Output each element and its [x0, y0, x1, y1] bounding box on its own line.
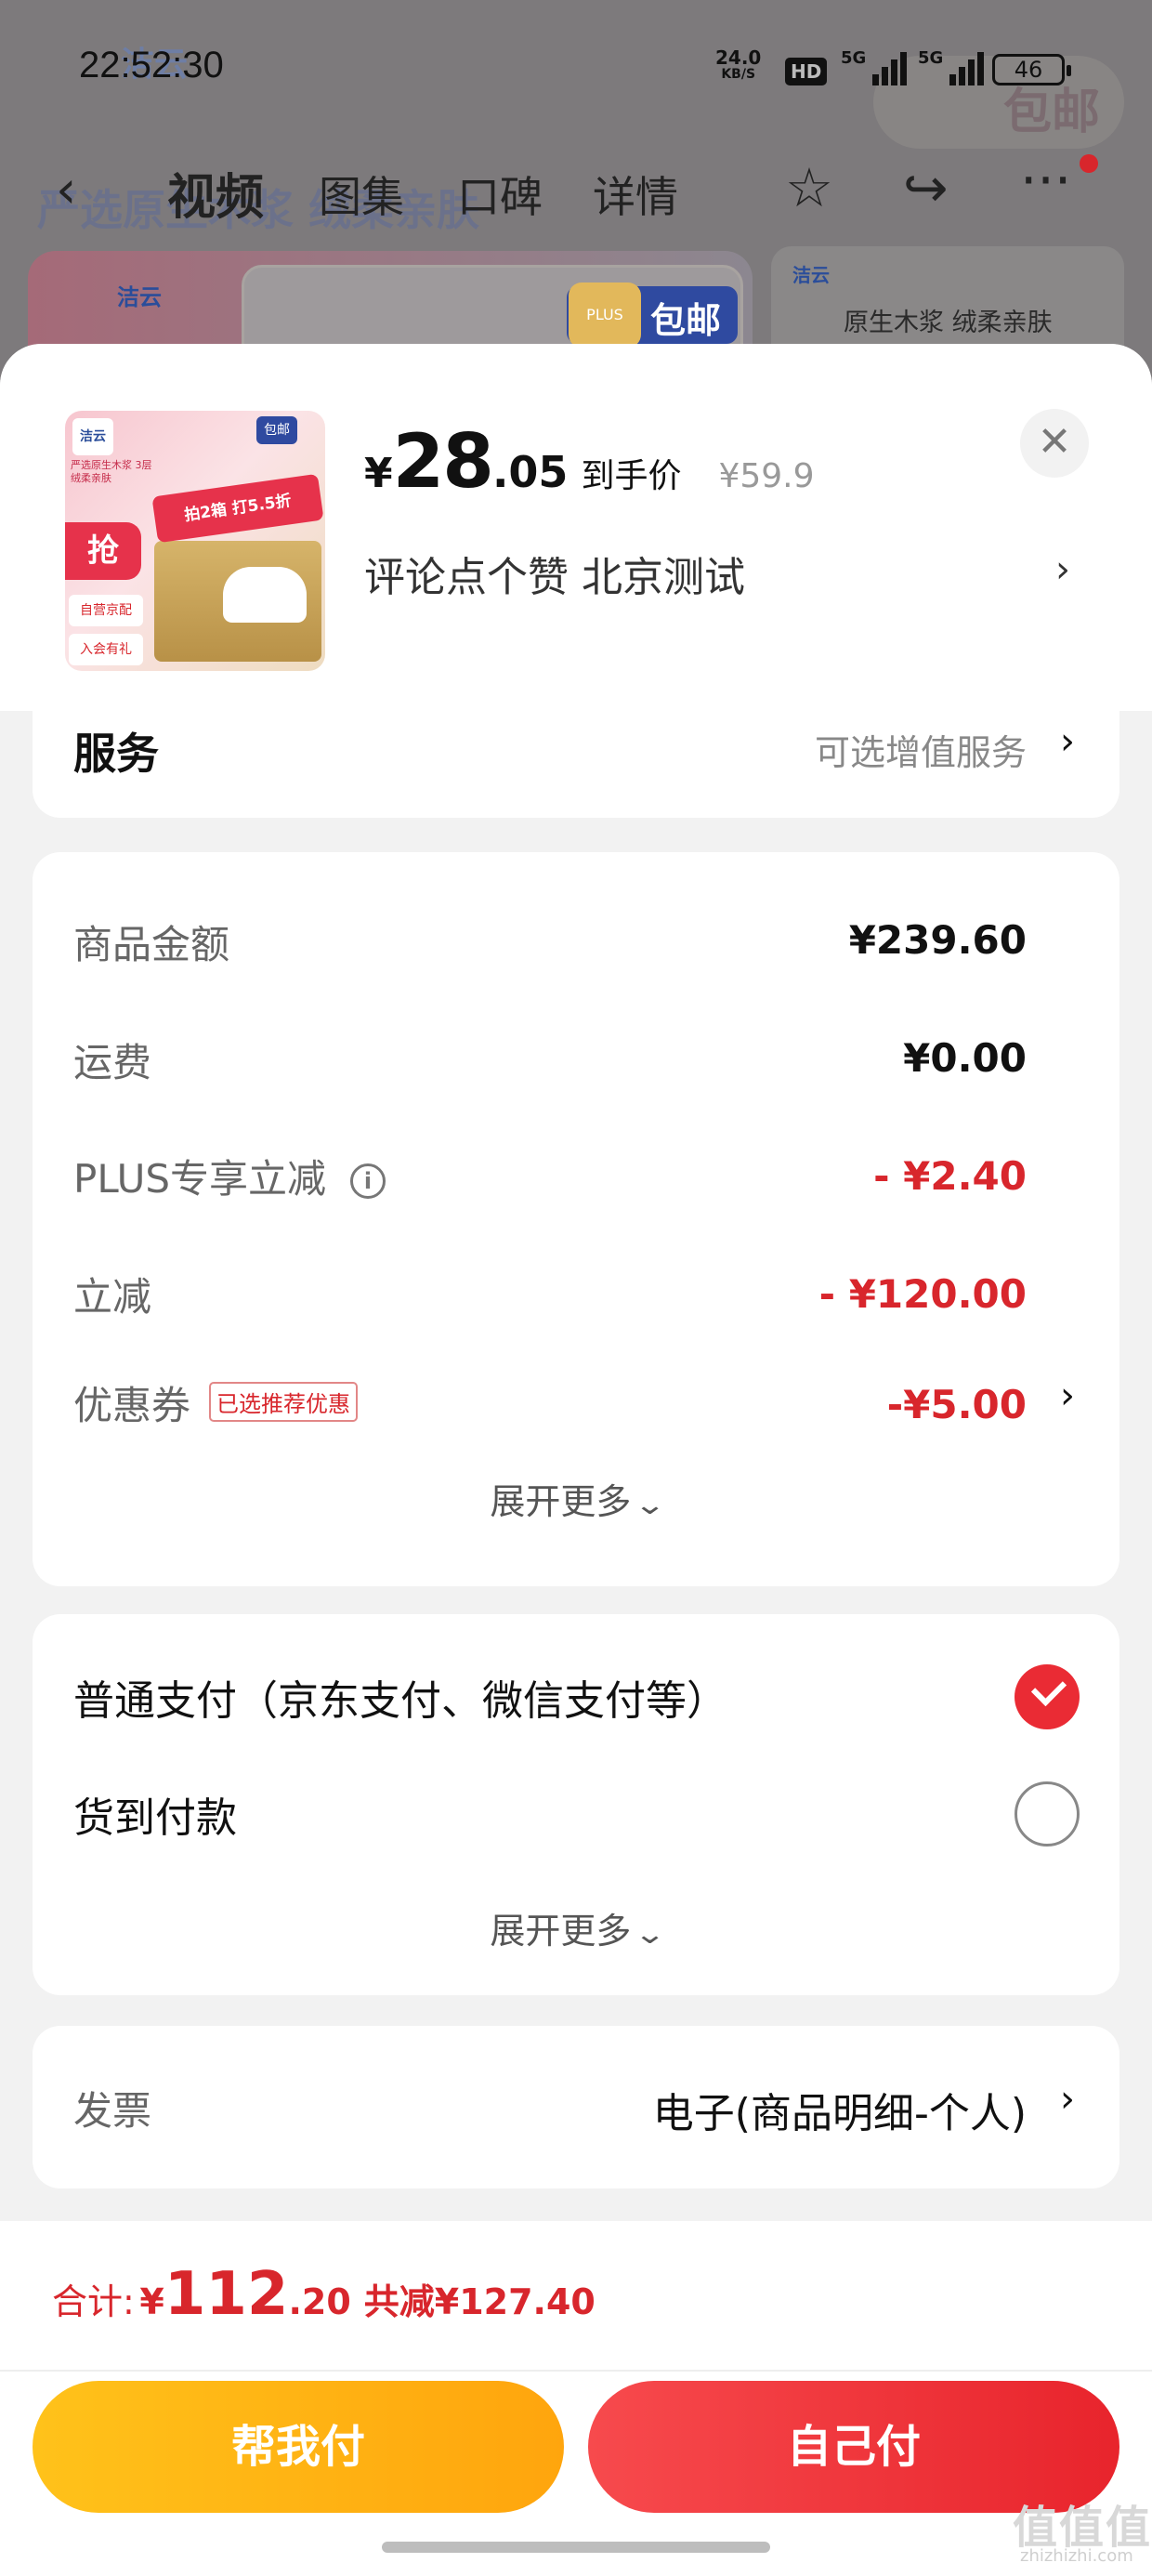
summary-value-shipping: ¥0.00 [903, 1035, 1027, 1081]
checkbox-checked-icon[interactable] [1015, 1664, 1080, 1729]
tab-gallery[interactable]: 图集 [319, 164, 404, 225]
info-icon[interactable]: i [350, 1163, 386, 1199]
payment-option-cod[interactable]: 货到付款 [73, 1784, 237, 1844]
address-chevron-icon[interactable]: › [1055, 548, 1070, 591]
invoice-chevron-icon[interactable]: › [1060, 2078, 1075, 2121]
price-integer: 28 [392, 418, 494, 505]
coupon-chevron-icon[interactable]: › [1060, 1374, 1075, 1417]
close-button[interactable]: ✕ [1020, 409, 1089, 478]
invoice-label: 发票 [73, 2088, 152, 2134]
network-speed-unit: KB/S [721, 67, 756, 82]
tab-details[interactable]: 详情 [593, 164, 678, 225]
summary-label-goods: 商品金额 [73, 922, 230, 967]
service-chevron-icon[interactable]: › [1060, 720, 1075, 763]
background-side-logo: 洁云 [792, 264, 830, 286]
background-logo: 洁云 [117, 284, 162, 310]
summary-expand-label: 展开更多 [490, 1481, 632, 1522]
total-symbol: ¥ [139, 2281, 164, 2322]
service-title: 服务 [73, 729, 159, 779]
share-icon[interactable]: ↪ [903, 156, 949, 219]
battery-icon: 46 [992, 54, 1071, 85]
star-icon[interactable]: ☆ [785, 156, 833, 219]
thumb-discount-ribbon: 拍2箱 打5.5折 [151, 473, 324, 544]
chevron-down-icon: ⌄ [634, 1489, 667, 1521]
invoice-card[interactable]: 发票 电子(商品明细-个人) › [33, 2026, 1119, 2188]
hd-voice-icon: HD [785, 58, 828, 85]
background-side-text: 原生木浆 绒柔亲肤 [844, 309, 1053, 337]
checkout-bottom-bar: 合计: ¥112.20 共减¥127.40 帮我付 自己付 值值值 zhizhiz… [0, 2221, 1152, 2576]
back-icon[interactable]: ‹ [56, 160, 76, 220]
status-bar: 22:52:30 24.0 KB/S HD 5G 5G 46 [0, 0, 1152, 130]
price-row: ¥28.05 到手价 ¥59.9 [364, 418, 815, 505]
summary-value-plus: - ¥2.40 [873, 1153, 1027, 1199]
divider [0, 2370, 1152, 2372]
payment-option-normal[interactable]: 普通支付（京东支付、微信支付等） [73, 1667, 727, 1727]
price-symbol: ¥ [364, 450, 393, 497]
thumb-tag-jd-delivery: 自营京配 [69, 595, 143, 626]
original-price: ¥59.9 [718, 457, 815, 495]
network-speed: 24.0 KB/S [715, 48, 761, 82]
signal-icon-sim2: 5G [918, 48, 984, 85]
summary-value-coupon: -¥5.00 [886, 1382, 1027, 1427]
summary-value-goods: ¥239.60 [848, 917, 1027, 963]
service-card[interactable]: 服务 可选增值服务 › [33, 711, 1119, 818]
thumb-free-shipping: 包邮 [256, 416, 297, 444]
payment-card: 普通支付（京东支付、微信支付等） 货到付款 展开更多⌄ [33, 1614, 1119, 1995]
watermark-url: zhizhizhi.com [1020, 2546, 1133, 2566]
service-value: 可选增值服务 [814, 732, 1027, 773]
thumb-logo: 洁云 [72, 418, 113, 455]
product-nav: ‹ 视频 图集 口碑 详情 ☆ ↪ ··· [0, 149, 1152, 232]
summary-value-instant: - ¥120.00 [818, 1271, 1027, 1317]
summary-label-coupon[interactable]: 优惠券 已选推荐优惠 [73, 1374, 359, 1431]
summary-expand-more[interactable]: 展开更多⌄ [33, 1473, 1119, 1524]
signal-icon-sim1: 5G [841, 48, 907, 85]
home-indicator[interactable] [382, 2542, 770, 2553]
price-label: 到手价 [581, 457, 682, 495]
tab-reviews[interactable]: 口碑 [457, 164, 543, 225]
sim1-label: 5G [841, 48, 867, 68]
plus-discount-label: PLUS专享立减 [73, 1156, 327, 1202]
checkbox-empty-icon[interactable] [1015, 1781, 1080, 1847]
thumb-tag-member-gift: 入会有礼 [69, 634, 143, 665]
sim2-label: 5G [918, 48, 944, 68]
more-icon[interactable]: ··· [1020, 149, 1071, 212]
thumb-grab-badge: 抢 [65, 522, 141, 580]
thumb-title: 严选原生木浆 3层绒柔亲肤 [71, 459, 152, 484]
payment-expand-label: 展开更多 [490, 1911, 632, 1952]
network-speed-value: 24.0 [715, 46, 762, 69]
invoice-value: 电子(商品明细-个人) [652, 2090, 1027, 2137]
total-decimal: .20 [288, 2281, 351, 2322]
coupon-label: 优惠券 [73, 1383, 191, 1428]
background-plus-badge: PLUS [569, 283, 641, 348]
help-pay-button[interactable]: 帮我付 [33, 2381, 564, 2513]
total-integer: 112 [164, 2260, 289, 2329]
product-thumbnail[interactable]: 洁云 严选原生木浆 3层绒柔亲肤 抢 自营京配 入会有礼 拍2箱 打5.5折 包… [65, 411, 325, 671]
chevron-down-icon: ⌄ [634, 1918, 667, 1951]
thumb-tissue [223, 567, 307, 623]
summary-label-instant: 立减 [73, 1274, 152, 1320]
delivery-address[interactable]: 评论点个赞 北京测试 [364, 544, 745, 603]
summary-label-shipping: 运费 [73, 1040, 152, 1085]
tab-video[interactable]: 视频 [167, 158, 264, 228]
notification-dot [1080, 154, 1098, 173]
payment-expand-more[interactable]: 展开更多⌄ [33, 1902, 1119, 1953]
total-amount: 合计: ¥112.20 共减¥127.40 [52, 2260, 596, 2329]
total-saved: 共减¥127.40 [363, 2281, 596, 2322]
summary-label-plus: PLUS专享立减 i [73, 1148, 386, 1204]
total-label: 合计: [52, 2281, 135, 2322]
coupon-recommended-tag: 已选推荐优惠 [209, 1382, 359, 1422]
status-time: 22:52:30 [79, 45, 224, 85]
price-summary-card: 商品金额 ¥239.60 运费 ¥0.00 PLUS专享立减 i - ¥2.40 … [33, 852, 1119, 1586]
sheet-header: 洁云 严选原生木浆 3层绒柔亲肤 抢 自营京配 入会有礼 拍2箱 打5.5折 包… [0, 344, 1152, 711]
price-decimal: .05 [491, 447, 569, 497]
